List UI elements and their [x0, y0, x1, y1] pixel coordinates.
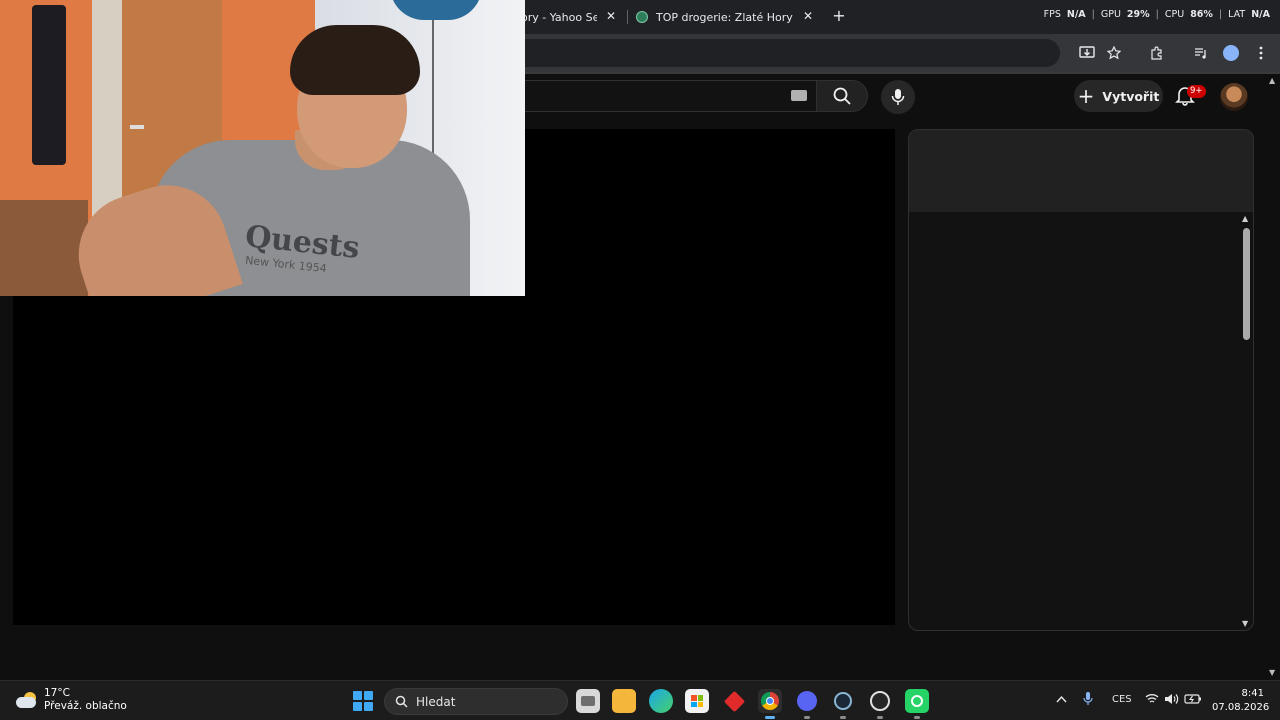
- obs-studio-icon[interactable]: [868, 689, 892, 719]
- tab-close-icon[interactable]: ✕: [800, 8, 816, 24]
- whatsapp-icon[interactable]: [905, 689, 929, 719]
- wifi-icon[interactable]: [1145, 693, 1159, 707]
- taskbar-search-label: Hledat: [416, 694, 456, 709]
- page-scroll-up-icon[interactable]: ▲: [1269, 76, 1275, 85]
- youtube-search-input[interactable]: [480, 80, 816, 112]
- perf-separator: |: [1155, 9, 1159, 20]
- tray-microphone-icon[interactable]: [1083, 691, 1093, 709]
- page-scroll-down-icon[interactable]: ▼: [1269, 668, 1275, 677]
- new-tab-button[interactable]: +: [831, 8, 847, 24]
- user-avatar[interactable]: [1220, 83, 1248, 111]
- notification-count-badge: 9+: [1187, 85, 1206, 98]
- lat-label: LAT: [1228, 9, 1246, 20]
- webcam-overlay: Quests New York 1954: [0, 0, 525, 296]
- taskbar-search-box[interactable]: Hledat: [384, 688, 568, 715]
- weather-condition: Převáž. oblačno: [44, 700, 127, 712]
- tab-title: ory - Yahoo Sear: [521, 10, 597, 24]
- fps-label: FPS: [1043, 9, 1061, 20]
- chrome-browser-icon[interactable]: [758, 689, 782, 719]
- chat-scrollbar-thumb[interactable]: [1243, 228, 1250, 340]
- youtube-search-button[interactable]: [816, 80, 868, 112]
- red-diamond-app-icon[interactable]: [722, 689, 746, 713]
- create-button-label: Vytvořit: [1102, 88, 1160, 104]
- search-icon: [833, 87, 851, 105]
- taskbar-clock[interactable]: 8:41 07.08.2026: [1212, 687, 1270, 715]
- extensions-puzzle-icon[interactable]: [1147, 43, 1167, 63]
- file-explorer-icon[interactable]: [612, 689, 636, 713]
- edge-browser-icon[interactable]: [649, 689, 673, 713]
- cpu-value: 86%: [1190, 9, 1213, 20]
- weather-widget[interactable]: 17°C Převáž. oblačno: [16, 687, 127, 713]
- live-chat-panel: [908, 129, 1254, 631]
- chat-scroll-up-icon[interactable]: ▲: [1242, 214, 1248, 223]
- partly-cloudy-icon: [16, 692, 38, 708]
- steam-icon[interactable]: [831, 689, 855, 719]
- microphone-icon: [891, 89, 905, 105]
- webcam-person-hair: [290, 25, 420, 95]
- webcam-shelf: [0, 200, 88, 296]
- webcam-shoe-rack: [32, 5, 66, 165]
- site-favicon-icon: [636, 11, 648, 23]
- weather-temperature: 17°C: [44, 687, 70, 699]
- tab-yahoo-search[interactable]: ory - Yahoo Sear ✕: [515, 4, 625, 30]
- webcam-door-handle: [130, 125, 144, 129]
- task-view-icon[interactable]: [576, 689, 600, 713]
- tab-title: TOP drogerie: Zlaté Hory: [656, 10, 793, 24]
- install-app-icon[interactable]: [1077, 43, 1097, 63]
- bookmark-star-icon[interactable]: [1104, 43, 1124, 63]
- voice-search-button[interactable]: [881, 80, 915, 114]
- battery-charging-icon[interactable]: [1184, 693, 1202, 707]
- tab-separator: [627, 10, 628, 24]
- input-language-indicator[interactable]: CES: [1112, 694, 1132, 705]
- performance-overlay: FPS N/A | GPU 29% | CPU 86% | LAT N/A: [1044, 9, 1270, 20]
- tab-top-drogerie[interactable]: TOP drogerie: Zlaté Hory ✕: [630, 4, 822, 30]
- cpu-label: CPU: [1164, 9, 1185, 20]
- windows-taskbar: 17°C Převáž. oblačno Hledat CES 8:41 07.…: [0, 680, 1280, 720]
- gpu-label: GPU: [1100, 9, 1121, 20]
- profile-avatar-icon[interactable]: [1223, 45, 1239, 61]
- clock-date: 07.08.2026: [1212, 702, 1270, 713]
- plus-icon: +: [1077, 84, 1095, 108]
- media-controls-icon[interactable]: [1191, 43, 1211, 63]
- chat-scroll-down-icon[interactable]: ▼: [1242, 619, 1248, 628]
- tab-close-icon[interactable]: ✕: [603, 8, 619, 24]
- fps-value: N/A: [1066, 9, 1086, 20]
- search-icon: [395, 695, 408, 708]
- discord-icon[interactable]: [795, 689, 819, 719]
- microsoft-store-icon[interactable]: [685, 689, 709, 713]
- live-chat-header: [909, 130, 1253, 212]
- clock-time: 8:41: [1241, 688, 1264, 699]
- keyboard-icon[interactable]: [791, 90, 807, 101]
- tray-chevron-up-icon[interactable]: [1056, 693, 1067, 706]
- volume-icon[interactable]: [1164, 693, 1179, 708]
- gpu-value: 29%: [1126, 9, 1150, 20]
- lat-value: N/A: [1251, 9, 1270, 20]
- create-button[interactable]: + Vytvořit: [1074, 80, 1163, 112]
- browser-menu-icon[interactable]: [1251, 43, 1271, 63]
- perf-separator: |: [1091, 9, 1095, 20]
- windows-start-icon[interactable]: [353, 691, 373, 711]
- perf-separator: |: [1218, 9, 1223, 20]
